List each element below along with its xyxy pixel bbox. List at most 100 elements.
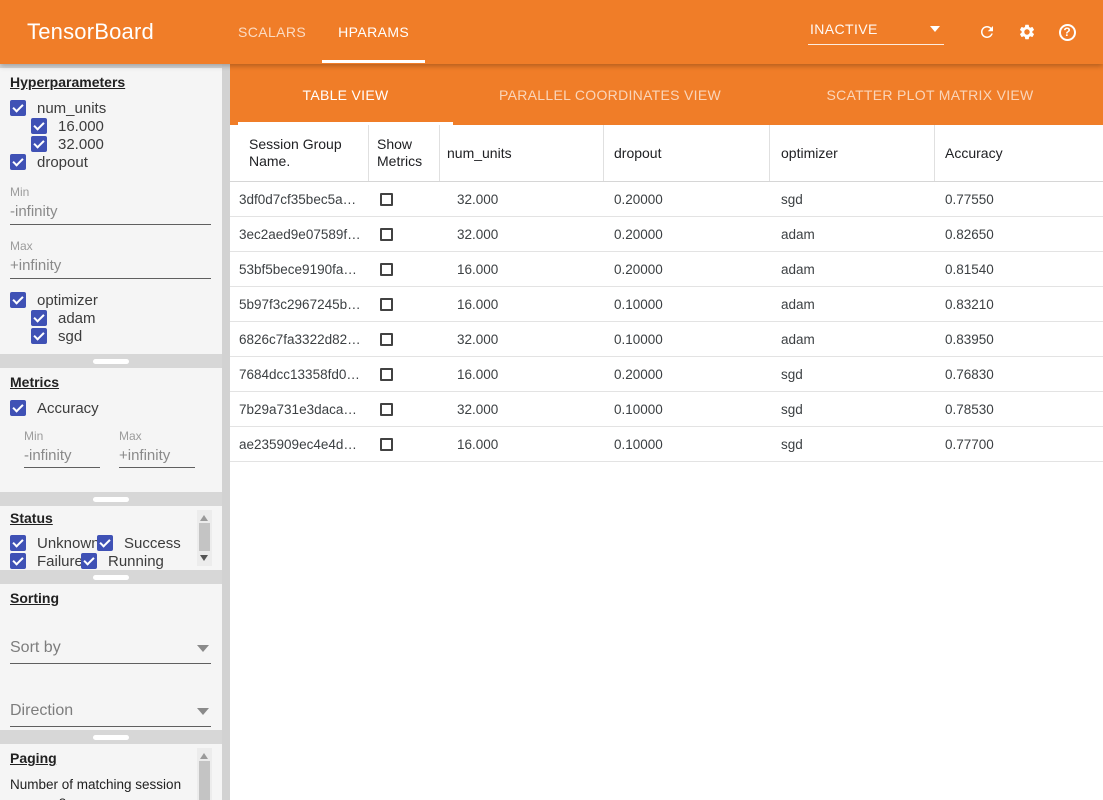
table-row[interactable]: 6826c7fa3322d82… 32.000 0.10000 adam 0.8… [230, 322, 1103, 357]
accuracy-max-input[interactable]: +infinity [119, 447, 195, 468]
show-metrics-checkbox[interactable] [380, 403, 393, 416]
dropout-min-input[interactable]: -infinity [10, 203, 211, 225]
column-header-label: optimizer [781, 145, 838, 162]
scroll-down-icon[interactable] [200, 555, 208, 561]
column-header-num-units[interactable]: num_units [440, 125, 604, 181]
show-metrics-checkbox[interactable] [380, 228, 393, 241]
hparam-optimizer-sgd[interactable]: sgd [31, 327, 222, 345]
status-scrollbar[interactable] [197, 510, 212, 566]
checkbox-checked-icon[interactable] [31, 118, 47, 134]
checkbox-checked-icon[interactable] [31, 328, 47, 344]
table-row[interactable]: 53bf5bece9190fa… 16.000 0.20000 adam 0.8… [230, 252, 1103, 287]
settings-gear-icon [1018, 22, 1036, 42]
checkbox-checked-icon[interactable] [10, 292, 26, 308]
hyperparameters-heading: Hyperparameters [10, 74, 222, 90]
section-resize-handle[interactable] [0, 354, 222, 368]
checkbox-checked-icon[interactable] [31, 136, 47, 152]
tab-parallel-coordinates-view[interactable]: PARALLEL COORDINATES VIEW [453, 64, 767, 125]
help-button[interactable] [1058, 23, 1076, 41]
show-metrics-checkbox[interactable] [380, 193, 393, 206]
metric-accuracy[interactable]: Accuracy [10, 399, 222, 417]
checkbox-checked-icon[interactable] [81, 553, 97, 569]
hparam-num-units-32[interactable]: 32.000 [31, 135, 222, 153]
dropout-cell: 0.20000 [604, 252, 770, 286]
hparam-optimizer-adam[interactable]: adam [31, 309, 222, 327]
dropout-value: 0.20000 [614, 192, 663, 207]
checkbox-checked-icon[interactable] [10, 553, 26, 569]
show-metrics-checkbox[interactable] [380, 438, 393, 451]
dropout-max-input[interactable]: +infinity [10, 257, 211, 279]
status-failure[interactable]: Failure [10, 553, 81, 570]
show-metrics-checkbox[interactable] [380, 298, 393, 311]
status-label: Failure [37, 553, 83, 570]
column-header-show-metrics[interactable]: Show Metrics [369, 125, 440, 181]
hparam-num-units-16[interactable]: 16.000 [31, 117, 222, 135]
dropout-value: 0.10000 [614, 332, 663, 347]
checkbox-checked-icon[interactable] [31, 310, 47, 326]
table-row[interactable]: ae235909ec4e4d… 16.000 0.10000 sgd 0.777… [230, 427, 1103, 462]
table-row[interactable]: 5b97f3c2967245b… 16.000 0.10000 adam 0.8… [230, 287, 1103, 322]
scrollbar-thumb[interactable] [199, 761, 210, 800]
hparam-dropout[interactable]: dropout [10, 153, 222, 171]
top-app-bar: TensorBoard SCALARS HPARAMS INACTIVE [0, 0, 1103, 64]
scroll-up-icon[interactable] [200, 515, 208, 521]
status-success[interactable]: Success [97, 535, 181, 552]
session-group-name-cell: 3ec2aed9e07589f… [230, 217, 369, 251]
session-group-name: ae235909ec4e4d… [239, 437, 357, 452]
column-header-label: Show Metrics [377, 136, 439, 170]
checkbox-checked-icon[interactable] [97, 535, 113, 551]
status-unknown[interactable]: Unknown [10, 535, 97, 552]
sidebar-scrollbar-track[interactable] [222, 64, 230, 800]
hparam-num-units[interactable]: num_units [10, 99, 222, 117]
direction-dropdown[interactable]: Direction [10, 702, 211, 727]
run-status-value: INACTIVE [810, 21, 878, 37]
dropout-value: 0.20000 [614, 367, 663, 382]
column-header-dropout[interactable]: dropout [604, 125, 770, 181]
status-running[interactable]: Running [81, 553, 164, 570]
sort-by-dropdown[interactable]: Sort by [10, 639, 211, 664]
accuracy-min-input[interactable]: -infinity [24, 447, 100, 468]
optimizer-cell: sgd [770, 392, 935, 426]
table-row[interactable]: 7b29a731e3daca… 32.000 0.10000 sgd 0.785… [230, 392, 1103, 427]
run-status-select[interactable]: INACTIVE [808, 19, 944, 45]
tab-scatter-plot-matrix-view[interactable]: SCATTER PLOT MATRIX VIEW [767, 64, 1093, 125]
paging-scrollbar[interactable] [197, 748, 212, 800]
section-resize-handle[interactable] [0, 730, 222, 744]
scrollbar-thumb[interactable] [199, 523, 210, 551]
chevron-down-icon [930, 26, 940, 32]
checkbox-checked-icon[interactable] [10, 400, 26, 416]
column-header-accuracy[interactable]: Accuracy [935, 125, 1103, 181]
drag-handle-icon [93, 497, 129, 502]
column-header-optimizer[interactable]: optimizer [770, 125, 935, 181]
checkbox-checked-icon[interactable] [10, 100, 26, 116]
tab-table-view[interactable]: TABLE VIEW [238, 64, 453, 125]
sorting-heading: Sorting [10, 590, 222, 606]
show-metrics-checkbox[interactable] [380, 263, 393, 276]
session-group-name: 7684dcc13358fd0… [239, 367, 360, 382]
hparam-optimizer[interactable]: optimizer [10, 291, 222, 309]
table-row[interactable]: 7684dcc13358fd0… 16.000 0.20000 sgd 0.76… [230, 357, 1103, 392]
optimizer-cell: adam [770, 287, 935, 321]
sort-by-value: Sort by [10, 639, 61, 657]
reload-button[interactable] [978, 23, 996, 41]
show-metrics-checkbox[interactable] [380, 333, 393, 346]
table-row[interactable]: 3ec2aed9e07589f… 32.000 0.20000 adam 0.8… [230, 217, 1103, 252]
section-resize-handle[interactable] [0, 492, 222, 506]
metric-minmax-row: Min -infinity Max +infinity [24, 429, 222, 468]
reload-icon [978, 22, 996, 42]
scroll-up-icon[interactable] [200, 753, 208, 759]
tab-hparams[interactable]: HPARAMS [322, 0, 425, 64]
show-metrics-checkbox[interactable] [380, 368, 393, 381]
settings-button[interactable] [1018, 23, 1036, 41]
tab-scalars[interactable]: SCALARS [222, 0, 322, 64]
section-resize-handle[interactable] [0, 570, 222, 584]
checkbox-checked-icon[interactable] [10, 154, 26, 170]
drag-handle-icon [93, 575, 129, 580]
checkbox-checked-icon[interactable] [10, 535, 26, 551]
metrics-heading: Metrics [10, 374, 222, 390]
paging-heading: Paging [10, 750, 222, 766]
num-units-cell: 16.000 [440, 252, 604, 286]
column-header-session-group-name[interactable]: Session Group Name. [230, 125, 369, 181]
table-row[interactable]: 3df0d7cf35bec5a… 32.000 0.20000 sgd 0.77… [230, 182, 1103, 217]
num-units-cell: 32.000 [440, 392, 604, 426]
